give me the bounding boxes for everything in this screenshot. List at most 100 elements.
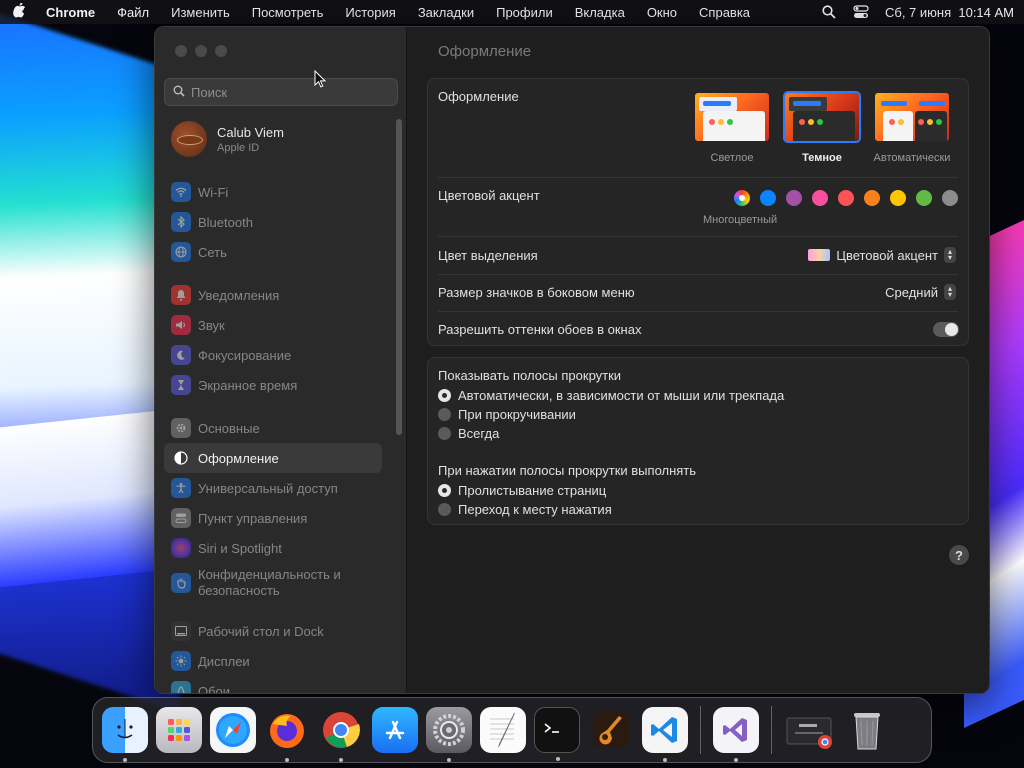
- chrome-window-thumbnail-icon[interactable]: [784, 707, 836, 753]
- scrollbar-option-scrolling[interactable]: При прокручивании: [438, 407, 576, 422]
- moon-icon: [171, 345, 191, 365]
- sidebar-item-accessibility[interactable]: Универсальный доступ: [164, 473, 382, 503]
- search-icon: [173, 85, 185, 100]
- bluetooth-icon: [171, 212, 191, 232]
- menu-bookmarks[interactable]: Закладки: [418, 5, 474, 20]
- help-button[interactable]: ?: [949, 545, 969, 565]
- close-button[interactable]: [175, 45, 187, 57]
- trash-icon[interactable]: [844, 707, 890, 753]
- chevron-updown-icon: ▴ ▾: [944, 284, 956, 300]
- sidebar-item-siri-spotlight[interactable]: Siri и Spotlight: [164, 533, 382, 563]
- scrollbar-option-auto[interactable]: Автоматически, в зависимости от мыши или…: [438, 388, 784, 403]
- theme-light-thumbnail[interactable]: [693, 91, 771, 143]
- safari-icon[interactable]: [210, 707, 256, 753]
- sidebar-item-label: Оформление: [198, 450, 279, 466]
- radio-button[interactable]: [438, 427, 451, 440]
- zoom-button[interactable]: [215, 45, 227, 57]
- scrollbar-option-always[interactable]: Всегда: [438, 426, 499, 441]
- click-option-jump-to-spot[interactable]: Переход к месту нажатия: [438, 502, 612, 517]
- sidebar-item-wallpaper[interactable]: Обои: [164, 676, 382, 693]
- radio-button[interactable]: [438, 389, 451, 402]
- control-center-icon: [171, 508, 191, 528]
- vscode-icon[interactable]: [642, 707, 688, 762]
- menu-bar-clock[interactable]: Сб, 7 июня 10:14 AM: [885, 5, 1014, 20]
- sidebar-item-label: Bluetooth: [198, 214, 253, 230]
- apple-menu-icon[interactable]: [10, 2, 28, 21]
- firefox-icon[interactable]: [264, 707, 310, 762]
- textedit-icon[interactable]: [480, 707, 526, 753]
- sidebar-item-wifi[interactable]: Wi-Fi: [164, 177, 382, 207]
- sidebar-icon-size-popup[interactable]: Средний ▴ ▾: [885, 284, 956, 300]
- theme-auto-thumbnail[interactable]: [873, 91, 951, 143]
- menu-edit[interactable]: Изменить: [171, 5, 230, 20]
- highlight-color-popup[interactable]: Цветовой акцент ▴ ▾: [808, 247, 956, 263]
- system-settings-icon[interactable]: [426, 707, 472, 762]
- accent-swatch-pink[interactable]: [812, 190, 828, 206]
- theme-auto[interactable]: Автоматически: [872, 91, 952, 164]
- theme-light[interactable]: Светлое: [692, 91, 772, 164]
- sidebar-item-notifications[interactable]: Уведомления: [164, 280, 382, 310]
- wallpaper-stripe-left: [0, 0, 180, 713]
- theme-dark-thumbnail[interactable]: [783, 91, 861, 143]
- sidebar-item-focus[interactable]: Фокусирование: [164, 340, 382, 370]
- accent-swatch-blue[interactable]: [760, 190, 776, 206]
- sidebar-scrollbar[interactable]: [396, 119, 402, 435]
- user-name: Calub Viem: [217, 124, 284, 140]
- sidebar-item-control-center[interactable]: Пункт управления: [164, 503, 382, 533]
- menu-tab[interactable]: Вкладка: [575, 5, 625, 20]
- finder-icon[interactable]: [102, 707, 148, 762]
- chevron-updown-icon: ▴ ▾: [944, 247, 956, 263]
- menu-app-name[interactable]: Chrome: [46, 5, 95, 20]
- sidebar-item-displays[interactable]: Дисплеи: [164, 646, 382, 676]
- menu-history[interactable]: История: [345, 5, 395, 20]
- minimize-button[interactable]: [195, 45, 207, 57]
- terminal-icon[interactable]: [534, 707, 580, 761]
- search-input[interactable]: [191, 84, 381, 100]
- accent-swatch-green[interactable]: [916, 190, 932, 206]
- menu-file[interactable]: Файл: [117, 5, 149, 20]
- chrome-icon[interactable]: [318, 707, 364, 762]
- accent-swatch-yellow[interactable]: [890, 190, 906, 206]
- radio-button[interactable]: [438, 484, 451, 497]
- garageband-icon[interactable]: [588, 707, 634, 753]
- accent-swatch-orange[interactable]: [864, 190, 880, 206]
- radio-label: Автоматически, в зависимости от мыши или…: [458, 388, 785, 403]
- scrollbar-settings-group: Показывать полосы прокрутки Автоматическ…: [427, 357, 969, 525]
- sidebar-item-privacy-security[interactable]: Конфиденциальность и безопасность: [164, 563, 382, 603]
- sidebar-item-label: Дисплеи: [198, 653, 250, 669]
- wallpaper-tinting-toggle[interactable]: [933, 322, 959, 337]
- accent-color-picker: [734, 190, 958, 206]
- radio-button[interactable]: [438, 503, 451, 516]
- visual-studio-icon[interactable]: [713, 707, 759, 762]
- menu-help[interactable]: Справка: [699, 5, 750, 20]
- accent-swatch-red[interactable]: [838, 190, 854, 206]
- menu-view[interactable]: Посмотреть: [252, 5, 324, 20]
- accent-swatch-purple[interactable]: [786, 190, 802, 206]
- app-store-icon[interactable]: [372, 707, 418, 753]
- sidebar-item-desktop-dock[interactable]: Рабочий стол и Dock: [164, 616, 382, 646]
- accent-swatch-multicolor[interactable]: [734, 190, 750, 206]
- click-option-next-page[interactable]: Пролистывание страниц: [438, 483, 606, 498]
- radio-button[interactable]: [438, 408, 451, 421]
- menu-profiles[interactable]: Профили: [496, 5, 553, 20]
- sidebar-item-label: Звук: [198, 317, 225, 333]
- control-center-icon[interactable]: [853, 4, 869, 20]
- appearance-pane: Оформление Оформление Светлое Темное Авт…: [407, 27, 989, 693]
- radio-label: При прокручивании: [458, 407, 576, 422]
- sidebar-item-screen-time[interactable]: Экранное время: [164, 370, 382, 400]
- sidebar-item-appearance[interactable]: Оформление: [164, 443, 382, 473]
- spotlight-search-icon[interactable]: [821, 4, 837, 20]
- sidebar-item-general[interactable]: Основные: [164, 413, 382, 443]
- menu-window[interactable]: Окно: [647, 5, 677, 20]
- sidebar-item-bluetooth[interactable]: Bluetooth: [164, 207, 382, 237]
- sidebar-search[interactable]: [164, 78, 398, 106]
- theme-dark[interactable]: Темное: [782, 91, 862, 164]
- apple-id-account[interactable]: Calub Viem Apple ID: [171, 121, 284, 157]
- menu-bar: Chrome Файл Изменить Посмотреть История …: [0, 0, 1024, 24]
- sidebar-item-sound[interactable]: Звук: [164, 310, 382, 340]
- hourglass-icon: [171, 375, 191, 395]
- launchpad-icon[interactable]: [156, 707, 202, 753]
- sidebar-item-network[interactable]: Сеть: [164, 237, 382, 267]
- accent-swatch-graphite[interactable]: [942, 190, 958, 206]
- speaker-icon: [171, 315, 191, 335]
